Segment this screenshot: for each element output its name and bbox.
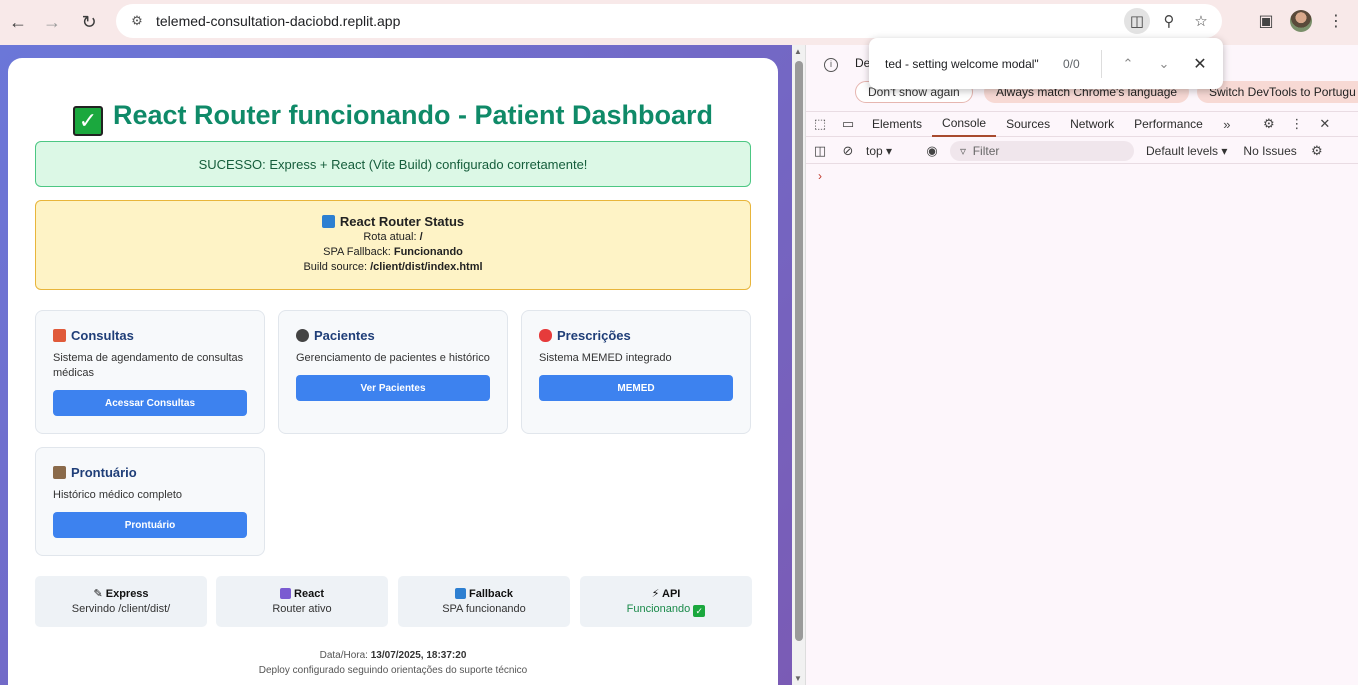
feature-card-pacientes: Pacientes Gerenciamento de pacientes e h… [278,310,508,434]
find-next-icon[interactable]: ⌄ [1146,46,1182,82]
pill-icon [539,329,552,342]
context-select[interactable]: top ▾ [866,144,918,158]
feature-card-prontuario: Prontuário Histórico médico completo Pro… [35,447,265,556]
info-icon: i [824,58,838,72]
page-scrollbar[interactable]: ▲ ▼ [792,45,806,685]
success-banner: SUCESSO: Express + React (Vite Build) co… [35,141,751,187]
stat-fallback: Fallback SPA funcionando [398,576,570,627]
extensions-icon[interactable]: ▣ [1252,7,1280,35]
tab-network[interactable]: Network [1060,111,1124,137]
page-title: ✓ React Router funcionando - Patient Dash… [8,100,778,136]
forward-icon[interactable]: → [34,4,70,40]
atom-icon [280,588,292,599]
plug-icon: ⚡ [651,588,660,600]
arrows-icon [454,588,466,599]
find-count: 0/0 [1063,56,1080,71]
site-settings-icon[interactable]: ⚙ [124,13,150,29]
back-icon[interactable]: ← [0,4,36,40]
scroll-up-icon[interactable]: ▲ [794,47,802,56]
console-prompt[interactable]: › [818,169,822,183]
tab-sources[interactable]: Sources [996,111,1060,137]
url-text[interactable]: telemed-consultation-daciobd.replit.app [156,13,400,29]
clear-console-icon[interactable]: ⊘ [834,139,862,163]
sidebar-toggle-icon[interactable]: ◫ [806,139,834,163]
console-toolbar: ◫ ⊘ top ▾ ◉ ▿ Filter Default levels ▾ No… [806,138,1358,164]
check-mark-icon: ✓ [693,605,706,617]
feature-card-prescricoes: Prescrições Sistema MEMED integrado MEME… [521,310,751,434]
console-settings-icon[interactable]: ⚙ [1303,139,1331,163]
devtools-tabs: ⬚ ▭ Elements Console Sources Network Per… [806,111,1358,137]
tab-elements[interactable]: Elements [862,111,932,137]
tab-console[interactable]: Console [932,111,997,137]
acessar-consultas-button[interactable]: Acessar Consultas [53,390,247,416]
dashboard-card: ✓ React Router funcionando - Patient Dash… [8,58,778,685]
tab-performance[interactable]: Performance [1124,111,1213,137]
zoom-icon[interactable]: ⚲ [1156,8,1182,34]
eye-icon[interactable]: ◉ [918,139,946,163]
find-prev-icon[interactable]: ⌃ [1110,46,1146,82]
settings-gear-icon[interactable]: ⚙ [1255,111,1283,137]
console-filter-input[interactable]: ▿ Filter [950,140,1134,161]
more-options-icon[interactable]: ⋮ [1283,111,1311,137]
find-input[interactable]: ted - setting welcome modal" [885,57,1049,71]
log-levels-select[interactable]: Default levels ▾ [1146,144,1227,158]
close-devtools-icon[interactable]: ✕ [1311,111,1339,137]
router-status-panel: React Router Status Rota atual: / SPA Fa… [35,200,751,290]
stat-express: ✎ Express Servindo /client/dist/ [35,576,207,627]
reload-icon[interactable]: ↻ [71,4,107,40]
profile-avatar[interactable] [1290,10,1312,32]
memed-button[interactable]: MEMED [539,375,733,401]
calendar-icon [53,329,66,342]
more-tabs-icon[interactable]: » [1213,111,1241,137]
devtools-panel: i De Don't show again Always match Chrom… [806,45,1358,685]
prontuario-button[interactable]: Prontuário [53,512,247,538]
stat-react: React Router ativo [216,576,388,627]
issues-counter[interactable]: No Issues [1243,144,1296,158]
bookmark-star-icon[interactable]: ☆ [1188,8,1214,34]
pen-icon: ✎ [93,588,103,600]
check-mark-icon: ✓ [72,106,103,136]
address-bar[interactable]: ⚙ telemed-consultation-daciobd.replit.ap… [116,4,1222,38]
ver-pacientes-button[interactable]: Ver Pacientes [296,375,490,401]
refresh-icon [321,215,335,228]
stat-api: ⚡ API Funcionando ✓ [580,576,752,627]
menu-kebab-icon[interactable]: ⋮ [1322,7,1350,35]
device-toolbar-icon[interactable]: ▭ [834,111,862,137]
find-in-page-icon[interactable]: ◫ [1124,8,1150,34]
scrollbar-thumb[interactable] [795,61,803,641]
page-viewport: ✓ React Router funcionando - Patient Dash… [0,45,792,685]
find-bar: ted - setting welcome modal" 0/0 ⌃ ⌄ ✕ [869,38,1223,89]
scroll-down-icon[interactable]: ▼ [794,674,802,683]
inspect-element-icon[interactable]: ⬚ [806,111,834,137]
footer: Data/Hora: 13/07/2025, 18:37:20 Deploy c… [258,650,528,676]
close-find-icon[interactable]: ✕ [1182,46,1218,82]
clipboard-icon [53,466,66,479]
users-icon [296,329,309,342]
feature-card-consultas: Consultas Sistema de agendamento de cons… [35,310,265,434]
